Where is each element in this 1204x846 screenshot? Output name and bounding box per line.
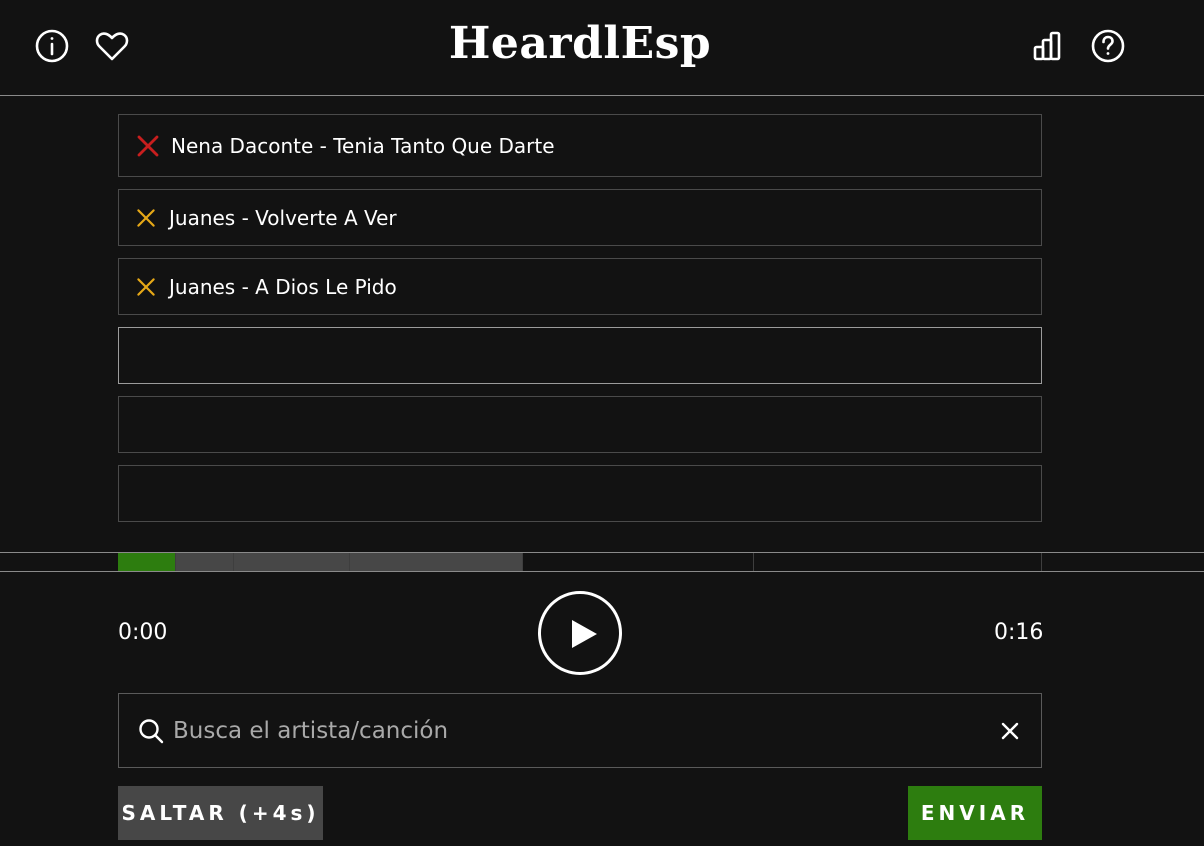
total-time: 0:16 bbox=[994, 620, 1044, 645]
guess-row-1: Nena Daconte - Tenia Tanto Que Darte bbox=[118, 114, 1042, 177]
current-time: 0:00 bbox=[118, 620, 168, 645]
segment-divider bbox=[753, 553, 754, 571]
stats-icon[interactable] bbox=[1030, 28, 1066, 64]
guess-text: Juanes - A Dios Le Pido bbox=[169, 274, 397, 299]
guess-row-6 bbox=[118, 465, 1042, 522]
guess-text: Nena Daconte - Tenia Tanto Que Darte bbox=[171, 133, 555, 158]
segment-divider bbox=[1041, 553, 1042, 571]
search-box bbox=[118, 693, 1042, 768]
segment-divider bbox=[175, 553, 176, 571]
segment-divider bbox=[522, 553, 523, 571]
partial-x-icon bbox=[135, 276, 157, 298]
play-button[interactable] bbox=[538, 591, 622, 675]
help-icon[interactable] bbox=[1090, 28, 1126, 64]
wrong-x-icon bbox=[135, 133, 161, 159]
audio-progress-bar[interactable] bbox=[0, 552, 1204, 572]
clear-search-icon[interactable] bbox=[997, 718, 1023, 744]
app-title: HeardlEsp bbox=[448, 18, 712, 69]
unlocked-segment bbox=[118, 553, 522, 571]
header: HeardlEsp bbox=[0, 0, 1204, 96]
guess-row-5 bbox=[118, 396, 1042, 453]
partial-x-icon bbox=[135, 207, 157, 229]
search-input[interactable] bbox=[173, 700, 997, 761]
guess-row-2: Juanes - Volverte A Ver bbox=[118, 189, 1042, 246]
skip-button[interactable]: SALTAR (+4s) bbox=[118, 786, 323, 840]
play-icon bbox=[572, 620, 597, 648]
guess-row-4-current bbox=[118, 327, 1042, 384]
guess-text: Juanes - Volverte A Ver bbox=[169, 205, 397, 230]
segment-divider bbox=[233, 553, 234, 571]
guess-row-3: Juanes - A Dios Le Pido bbox=[118, 258, 1042, 315]
segment-divider bbox=[349, 553, 350, 571]
submit-button[interactable]: ENVIAR bbox=[908, 786, 1042, 840]
wrong-x-shape bbox=[137, 135, 159, 156]
played-segment bbox=[118, 553, 176, 571]
search-icon bbox=[139, 718, 164, 743]
